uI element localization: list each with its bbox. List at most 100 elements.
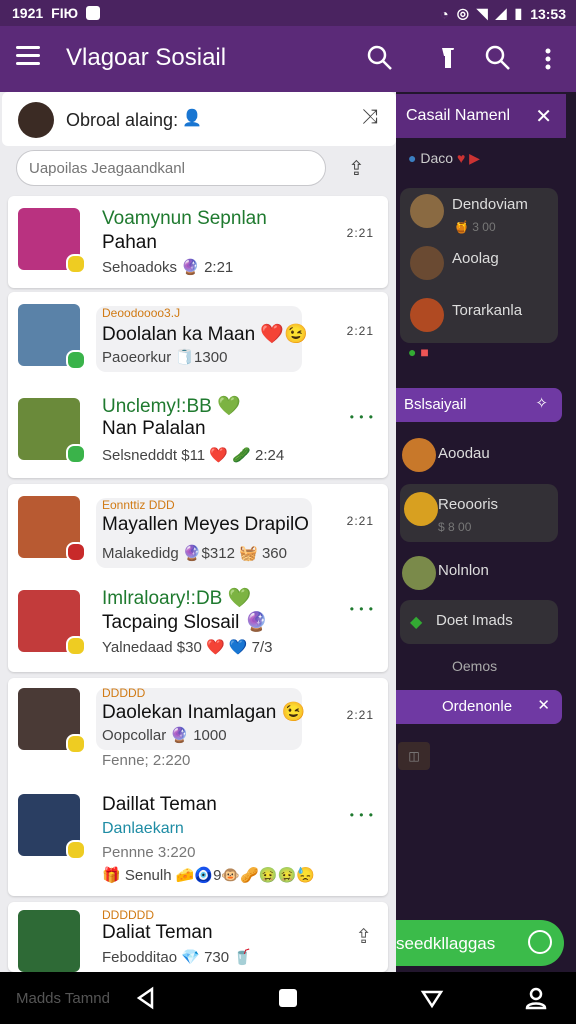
message-preview: Febodditao 💎 730 🥤 — [102, 949, 252, 966]
chat-item[interactable]: DDDDD Daolekan Inamlagan 😉 Oopcollar 🔮 1… — [8, 678, 388, 782]
contact-name: Voamynun Sepnlan — [102, 208, 267, 229]
contact-name[interactable]: Aoodau — [438, 445, 490, 462]
share-icon[interactable]: ⇪ — [355, 924, 372, 949]
search-input[interactable] — [16, 150, 326, 186]
contact-card[interactable]: Reoooris $ 8 00 — [400, 484, 558, 542]
right-panel-chip[interactable]: ● Daco ♥ ▶ — [408, 150, 480, 167]
close-icon[interactable]: ✕ — [537, 696, 550, 714]
section-label: Bslsaiyail — [404, 396, 467, 413]
nav-label: Madds Tamnd — [16, 990, 110, 1007]
contact-name: Doolalan ka Maan ❤️😉 — [102, 324, 308, 345]
chat-card: DDDDDD Daliat Teman Febodditao 💎 730 🥤 ⇪ — [8, 902, 388, 972]
avatar — [410, 194, 444, 228]
contact-name[interactable]: Aoolag — [452, 250, 499, 267]
message-preview: Pennne 3:220 — [102, 844, 196, 861]
contact-card-group: Dendoviam 🍯 3 00 Aoolag Torarkanla — [400, 188, 558, 343]
contact-name[interactable]: Dendoviam — [452, 196, 528, 213]
pill-label: Ordenonle — [442, 698, 513, 715]
contact-sub: 🍯 3 00 — [454, 220, 496, 234]
timestamp: 2:21 — [346, 324, 374, 338]
signal-icon: ◢ — [495, 5, 507, 21]
message-preview: Yalnedaad $30 ❤️ 💙 7/3 — [102, 639, 273, 656]
add-user-icon[interactable] — [434, 44, 462, 72]
close-icon[interactable]: ✕ — [535, 104, 552, 129]
tag-label: Deoodoooo3.J — [102, 306, 181, 320]
chat-item[interactable]: Voamynun Sepnlan Pahan Sehoadoks 🔮 2:21 … — [8, 196, 388, 288]
status-badge — [66, 542, 86, 562]
avatar — [402, 556, 436, 590]
right-panel-title: Casail Namenl — [406, 107, 511, 124]
star-icon: ✧ — [535, 395, 548, 412]
chat-item[interactable]: Daillat Teman Danlaekarn Pennne 3:220 🎁 … — [8, 782, 388, 896]
chat-item[interactable]: Imlraloary!:DB 💚 Tacpaing Slosail 🔮 Yaln… — [8, 578, 388, 672]
timestamp: 2:21 — [346, 514, 374, 528]
message-preview-2: Fenne; 2:220 — [102, 752, 191, 769]
action-card[interactable]: ◆ Doet Imads — [400, 600, 558, 644]
message-preview: Malakedidg 🔮$312 🧺 360 — [102, 545, 287, 562]
back-icon[interactable] — [134, 986, 158, 1010]
user-name: Obroal alaing: — [66, 110, 179, 130]
action-label: Doet Imads — [436, 612, 513, 629]
message-preview: Paoeorkur 🧻1300 — [102, 349, 228, 366]
drawer-header: Obroal alaing: 👤 ⤨ — [2, 92, 396, 146]
person-icon[interactable] — [524, 986, 548, 1010]
more-label[interactable]: Oemos — [452, 658, 497, 674]
avatar — [410, 246, 444, 280]
chat-card: DDDDD Daolekan Inamlagan 😉 Oopcollar 🔮 1… — [8, 678, 388, 896]
section-pill[interactable]: Bslsaiyail ✧ — [396, 388, 562, 422]
status-time: 1921 — [12, 5, 44, 21]
sync-icon: ◎ — [456, 5, 469, 21]
app-bar: Vlagoar Sosiail — [0, 26, 576, 92]
timestamp: • • • — [349, 602, 374, 616]
contact-name: Unclemy!:BB 💚 — [102, 396, 241, 417]
status-bar: 1921 FIЮ ◔ ◎ ◥ ◢ ▮ 13:53 — [0, 0, 576, 26]
contact-sub: $ 8 00 — [438, 520, 472, 534]
avatar — [404, 492, 438, 526]
chat-item[interactable]: Eonnttiz DDD Mayallen Meyes DrapilO Mala… — [8, 484, 388, 578]
message-preview-2: 🎁 Senulh 🧀🧿9🐵🥜🤢🤢😓 — [102, 867, 315, 884]
contact-name[interactable]: Torarkanla — [452, 302, 522, 319]
create-group-button[interactable]: seedkllaggas — [396, 920, 564, 966]
contact-name[interactable]: Nolnlon — [438, 562, 489, 579]
collapse-icon[interactable]: ⤨ — [362, 106, 378, 129]
timestamp: 2:21 — [346, 708, 374, 722]
leaf-icon: ◆ — [410, 614, 423, 631]
chip-label: Daco — [420, 150, 454, 166]
tag-label: Eonnttiz DDD — [102, 498, 175, 512]
timestamp: • • • — [349, 410, 374, 424]
down-icon[interactable] — [420, 986, 444, 1010]
chat-icon[interactable]: ◫ — [398, 742, 430, 770]
avatar[interactable] — [18, 102, 54, 138]
chat-item[interactable]: Deoodoooo3.J Doolalan ka Maan ❤️😉 Paoeor… — [8, 292, 388, 386]
contact-name: Daliat Teman — [102, 922, 213, 943]
reaction-icons: ● ■ — [408, 344, 429, 360]
message-preview: Selsnedddt $11 ❤️ 🥒 2:24 — [102, 447, 285, 464]
search-icon[interactable] — [366, 44, 394, 72]
home-icon[interactable] — [276, 986, 300, 1010]
status-badge — [66, 350, 86, 370]
chat-card: Eonnttiz DDD Mayallen Meyes DrapilO Mala… — [8, 484, 388, 672]
avatar — [402, 438, 436, 472]
search-icon[interactable] — [484, 44, 512, 72]
contact-name-2: Tacpaing Slosail 🔮 — [102, 612, 269, 633]
chat-card: Voamynun Sepnlan Pahan Sehoadoks 🔮 2:21 … — [8, 196, 388, 288]
wifi-icon: ◥ — [476, 5, 488, 21]
chat-item[interactable]: Unclemy!:BB 💚 Nan Palalan Selsnedddt $11… — [8, 386, 388, 478]
chat-item[interactable]: DDDDDD Daliat Teman Febodditao 💎 730 🥤 ⇪ — [8, 902, 388, 972]
chat-card: Deoodoooo3.J Doolalan ka Maan ❤️😉 Paoeor… — [8, 292, 388, 478]
search-bar: ⇪ — [8, 150, 388, 194]
status-right: ◔ ◎ ◥ ◢ ▮ 13:53 — [440, 5, 566, 22]
tag-label: DDDDD — [102, 686, 146, 700]
avatar — [18, 910, 80, 972]
contact-name: Daolekan Inamlagan 😉 — [102, 702, 306, 723]
system-nav-bar: Madds Tamnd — [0, 972, 576, 1024]
timestamp: 2:21 — [346, 226, 374, 240]
share-icon[interactable]: ⇪ — [348, 156, 365, 181]
more-icon[interactable] — [538, 44, 566, 72]
green-button-label: seedkllaggas — [396, 934, 496, 953]
contact-name-2: Nan Palalan — [102, 418, 206, 439]
primary-pill[interactable]: Ordenonle ✕ — [396, 690, 562, 724]
contact-name: Mayallen Meyes DrapilO — [102, 514, 309, 535]
right-panel-header: Casail Namenl ✕ — [396, 94, 566, 138]
menu-button[interactable] — [16, 46, 40, 66]
